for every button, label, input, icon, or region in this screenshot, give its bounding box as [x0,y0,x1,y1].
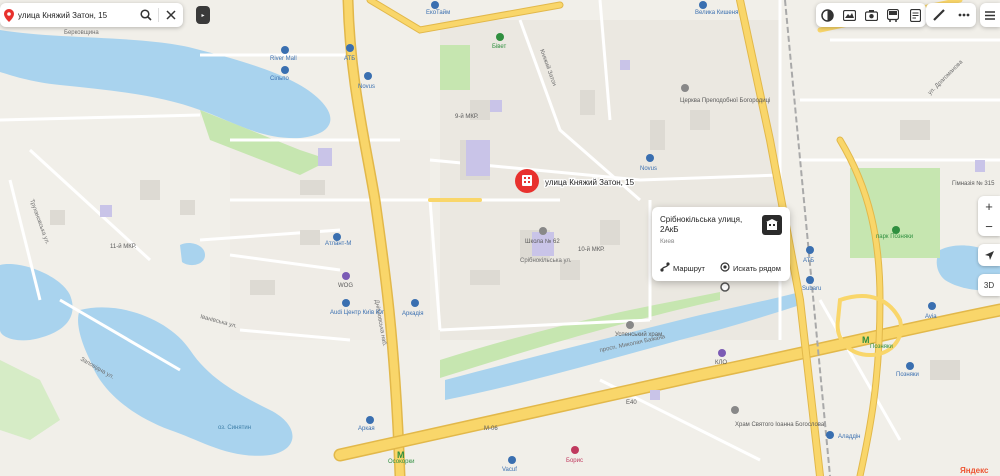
svg-text:M: M [397,450,405,460]
map-layers-toolbar [816,3,926,27]
label-vacuf: Vacuf [502,467,517,473]
label-ring-park: парк Позняки [876,234,913,240]
label-arkaya: Аркая [358,426,375,432]
zoom-in-button[interactable]: + [978,196,1000,216]
label-church: Церква Преподобної Богородиці [680,98,770,104]
label-uspensky: Успенський храм [615,331,662,338]
route-label: Маршрут [673,263,705,273]
place-title: Срібнокільська улиця, 2АкБ [660,215,743,234]
tools-toolbar [926,3,976,27]
label-wog: WOG [338,283,353,289]
label-poznyaky: Позняки [870,344,893,350]
layers-icon[interactable] [817,5,837,25]
route-icon [660,262,670,274]
map-canvas[interactable]: Берковщина оз. Синятин Срібнокільська ул… [0,0,1000,476]
label-atlant: Атлант-М [325,241,351,247]
label-church-bot: Храм Святого Іоанна Богослова [735,422,825,428]
label-pozniakyi-mall: Позняки [896,372,919,378]
label-ekotain: ЕкоТайм [426,9,450,16]
label-novus-mid: Novus [640,166,657,172]
search-icon[interactable] [134,3,158,27]
label-atb-top: АТБ [344,56,355,62]
place-card[interactable]: Срібнокільська улиця, 2АкБ Киев Маршрут … [652,207,790,281]
label-arkadia: Аркадія [402,311,424,317]
label-district-9: 9-й МКР. [455,113,479,120]
zoom-controls: + − [978,196,1000,236]
selected-point-icon[interactable] [720,282,730,292]
zoom-out-button[interactable]: − [978,216,1000,236]
search-box[interactable]: улица Княжий Затон, 15 [0,3,183,27]
nearby-icon [720,262,730,274]
ruler-icon[interactable] [929,5,949,25]
locate-icon[interactable] [978,244,1000,266]
bus-icon[interactable] [883,5,903,25]
park-small [440,45,470,90]
label-biwet: Бівет [492,44,507,50]
label-borys: Борис [566,458,583,464]
label-lake: оз. Синятин [218,425,251,431]
location-marker[interactable] [515,169,539,193]
close-icon[interactable] [159,3,183,27]
label-novus-top: Novus [358,84,375,90]
label-avia: Avia [925,314,937,320]
label-school: Школа № 62 [525,238,560,245]
doc-icon[interactable] [905,5,925,25]
camera-icon[interactable] [861,5,881,25]
label-river-mall: River Mall [270,56,297,62]
label-subaru: Subaru [802,286,821,292]
label-gymnasium: Гімназія № 315 [952,180,995,187]
label-m68: М-06 [484,426,498,432]
pin-icon [0,3,18,27]
collapse-panel-button[interactable]: ▸ [196,6,210,24]
more-icon[interactable] [954,5,974,25]
label-silpo-top: Сільпо [270,76,290,82]
label-klo: КЛО [715,360,727,366]
nearby-label: Искать рядом [733,263,781,273]
label-aladdin: Аладдін [838,434,861,440]
label-bukovel: Берковщина [64,30,99,36]
building-thumbnail[interactable] [762,215,782,235]
nearby-button[interactable]: Искать рядом [720,262,781,274]
label-audi: Audi Центр Київ Юг [330,310,385,316]
place-city: Киев [660,238,675,245]
search-input[interactable]: улица Княжий Затон, 15 [18,11,134,20]
route-button[interactable]: Маршрут [660,262,705,274]
panorama-icon[interactable] [839,5,859,25]
label-district-11: 11-й МКР. [110,243,137,250]
svg-text:M: M [862,335,870,345]
label-e40: Е40 [626,400,637,406]
brand-logo: Яндекс [960,466,989,475]
menu-icon[interactable] [980,3,1000,27]
label-atb-right: АТБ [803,258,814,264]
marker-label: улица Княжий Затон, 15 [545,178,635,187]
label-srib-street: Срібнокільська ул. [520,258,572,264]
label-district-10: 10-й МКР. [578,246,605,253]
label-velyka-kyshenya: Велика Кишеня [695,10,738,16]
mode-3d-button[interactable]: 3D [978,274,1000,296]
